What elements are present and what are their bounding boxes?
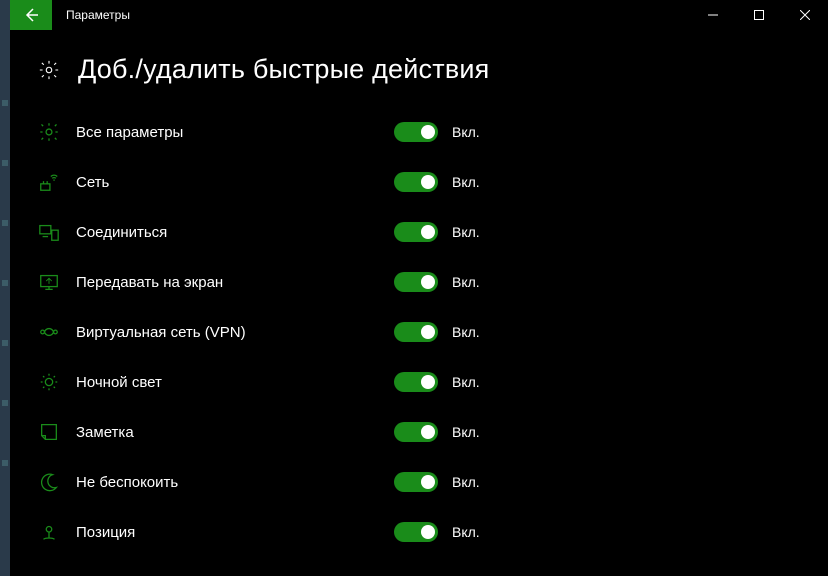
item-label: Сеть [64, 174, 394, 191]
list-item: Позиция Вкл. [34, 507, 828, 557]
quick-actions-list: Все параметры Вкл. Сеть Вкл. Соединиться… [10, 103, 828, 557]
back-arrow-icon [23, 7, 39, 23]
toggle-switch[interactable] [394, 172, 438, 192]
maximize-button[interactable] [736, 0, 782, 30]
list-item: Виртуальная сеть (VPN) Вкл. [34, 307, 828, 357]
note-icon [34, 420, 64, 444]
list-item: Ночной свет Вкл. [34, 357, 828, 407]
item-label: Передавать на экран [64, 274, 394, 291]
moon-icon [34, 470, 64, 494]
item-label: Виртуальная сеть (VPN) [64, 324, 394, 341]
toggle-switch[interactable] [394, 122, 438, 142]
toggle-switch[interactable] [394, 472, 438, 492]
vpn-icon [34, 320, 64, 344]
project-icon [34, 270, 64, 294]
connect-icon [34, 220, 64, 244]
close-button[interactable] [782, 0, 828, 30]
list-item: Заметка Вкл. [34, 407, 828, 457]
item-label: Соединиться [64, 224, 394, 241]
gear-icon [38, 59, 60, 81]
toggle-switch[interactable] [394, 322, 438, 342]
minimize-icon [708, 10, 718, 20]
toggle-switch[interactable] [394, 372, 438, 392]
maximize-icon [754, 10, 764, 20]
item-label: Не беспокоить [64, 474, 394, 491]
toggle-switch[interactable] [394, 272, 438, 292]
close-icon [800, 10, 810, 20]
desktop-edge [0, 0, 10, 576]
list-item: Соединиться Вкл. [34, 207, 828, 257]
gear-icon [34, 120, 64, 144]
toggle-state: Вкл. [452, 524, 480, 540]
toggle-switch[interactable] [394, 422, 438, 442]
toggle-switch[interactable] [394, 222, 438, 242]
toggle-switch[interactable] [394, 522, 438, 542]
window-title: Параметры [52, 0, 690, 30]
toggle-state: Вкл. [452, 424, 480, 440]
toggle-state: Вкл. [452, 224, 480, 240]
list-item: Все параметры Вкл. [34, 107, 828, 157]
toggle-state: Вкл. [452, 274, 480, 290]
toggle-state: Вкл. [452, 474, 480, 490]
network-icon [34, 170, 64, 194]
back-button[interactable] [10, 0, 52, 30]
list-item: Сеть Вкл. [34, 157, 828, 207]
settings-window: Параметры Доб./удалить быстрые действия … [10, 0, 828, 576]
list-item: Передавать на экран Вкл. [34, 257, 828, 307]
nightlight-icon [34, 370, 64, 394]
toggle-state: Вкл. [452, 374, 480, 390]
item-label: Ночной свет [64, 374, 394, 391]
minimize-button[interactable] [690, 0, 736, 30]
page-title: Доб./удалить быстрые действия [78, 54, 489, 85]
toggle-state: Вкл. [452, 174, 480, 190]
titlebar: Параметры [10, 0, 828, 30]
item-label: Все параметры [64, 124, 394, 141]
item-label: Заметка [64, 424, 394, 441]
item-label: Позиция [64, 524, 394, 541]
location-icon [34, 520, 64, 544]
window-controls [690, 0, 828, 30]
toggle-state: Вкл. [452, 124, 480, 140]
toggle-state: Вкл. [452, 324, 480, 340]
page-header: Доб./удалить быстрые действия [10, 30, 828, 103]
list-item: Не беспокоить Вкл. [34, 457, 828, 507]
